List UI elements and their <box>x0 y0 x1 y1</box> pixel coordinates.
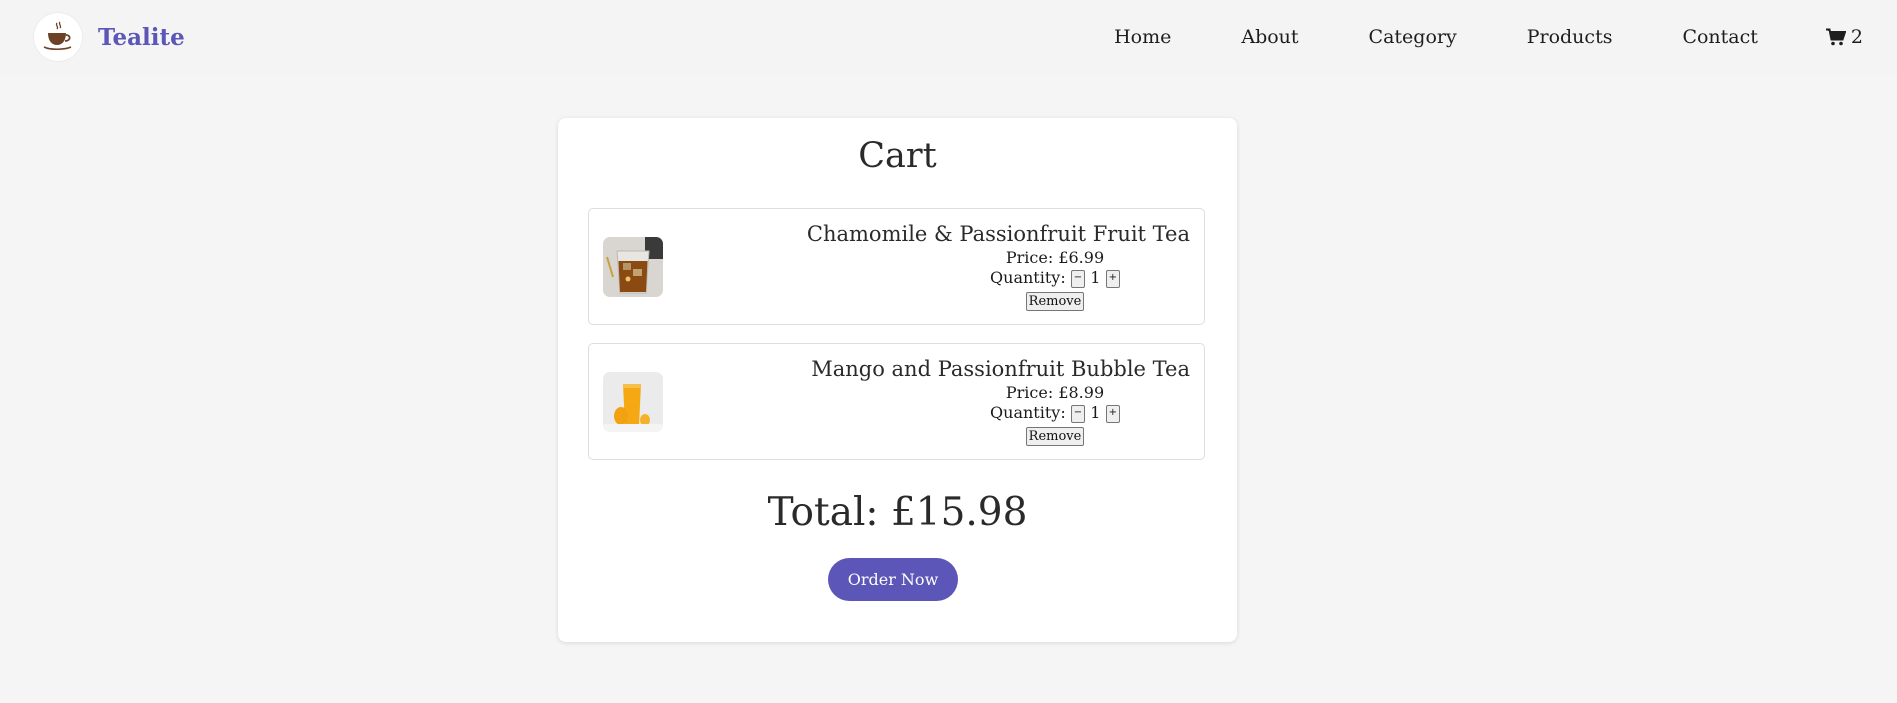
decrement-button[interactable]: − <box>1070 404 1086 423</box>
nav-category[interactable]: Category <box>1369 26 1457 48</box>
item-quantity-row: Quantity: − 1 + <box>770 268 1190 288</box>
cart-link[interactable]: 2 <box>1825 26 1863 48</box>
cart-item: Mango and Passionfruit Bubble Tea Price:… <box>588 343 1205 460</box>
remove-row: Remove <box>770 425 1190 446</box>
cart-title: Cart <box>858 136 937 176</box>
decrement-button[interactable]: − <box>1070 269 1086 288</box>
order-now-button[interactable]: Order Now <box>828 558 958 601</box>
shopping-cart-icon <box>1825 28 1846 46</box>
remove-button[interactable]: Remove <box>1025 427 1085 446</box>
quantity-value: 1 <box>1090 403 1101 422</box>
nav-links: Home About Category Products Contact 2 <box>1044 26 1863 48</box>
remove-button[interactable]: Remove <box>1025 292 1085 311</box>
nav-about[interactable]: About <box>1241 26 1298 48</box>
nav-contact[interactable]: Contact <box>1682 26 1757 48</box>
item-quantity-row: Quantity: − 1 + <box>770 403 1190 423</box>
navbar: Tealite Home About Category Products Con… <box>0 0 1897 74</box>
brand[interactable]: Tealite <box>34 13 185 61</box>
item-name: Chamomile & Passionfruit Fruit Tea <box>806 222 1190 246</box>
cart-total: Total: £15.98 <box>767 490 1028 535</box>
cart-panel: Cart Chamomile & Passionfruit Fruit Tea … <box>558 118 1237 642</box>
item-image <box>603 372 663 432</box>
item-name: Mango and Passionfruit Bubble Tea <box>811 357 1190 381</box>
nav-products[interactable]: Products <box>1527 26 1613 48</box>
remove-row: Remove <box>770 290 1190 311</box>
teacup-icon <box>34 13 82 61</box>
increment-button[interactable]: + <box>1105 269 1120 288</box>
item-price: Price: £8.99 <box>1005 383 1105 402</box>
quantity-label: Quantity: <box>990 268 1066 287</box>
cart-item: Chamomile & Passionfruit Fruit Tea Price… <box>588 208 1205 325</box>
quantity-value: 1 <box>1090 268 1101 287</box>
increment-button[interactable]: + <box>1105 404 1120 423</box>
cart-count: 2 <box>1850 26 1863 48</box>
item-info: Chamomile & Passionfruit Fruit Tea Price… <box>770 221 1190 311</box>
quantity-label: Quantity: <box>990 403 1066 422</box>
item-price: Price: £6.99 <box>1005 248 1105 267</box>
item-image <box>603 237 663 297</box>
nav-home[interactable]: Home <box>1114 26 1171 48</box>
brand-name[interactable]: Tealite <box>98 24 185 51</box>
item-info: Mango and Passionfruit Bubble Tea Price:… <box>770 356 1190 446</box>
